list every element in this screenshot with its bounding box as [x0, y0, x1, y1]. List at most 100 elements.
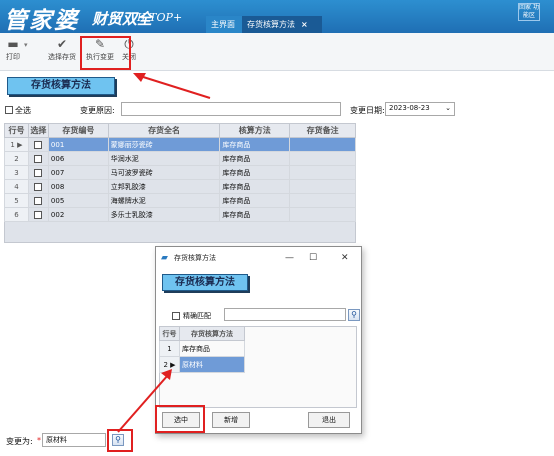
date-value: 2023-08-23 — [389, 104, 430, 112]
app-logo: 管家婆 — [4, 7, 79, 34]
select-button-highlight — [155, 405, 205, 433]
row-checkbox[interactable] — [27, 207, 49, 222]
list-item[interactable]: 1 库存商品 — [159, 340, 245, 357]
row-checkbox[interactable] — [27, 151, 49, 166]
select-all-label: 全选 — [15, 106, 31, 115]
row-note — [289, 151, 356, 166]
row-code: 008 — [47, 179, 109, 194]
close-icon[interactable]: ✕ — [341, 247, 349, 269]
chevron-down-icon[interactable]: ⌄ — [445, 104, 451, 112]
row-method: 库存商品 — [219, 207, 291, 222]
row-checkbox[interactable] — [27, 193, 49, 208]
reason-label: 变更原因: — [80, 106, 115, 115]
date-label: 变更日期: — [350, 106, 385, 115]
header-row-number: 行号 — [4, 123, 29, 138]
dialog-titlebar: ▰ 存货核算方法 — ☐ ✕ — [156, 247, 361, 269]
header-method: 核算方法 — [219, 123, 291, 138]
reason-input[interactable] — [121, 102, 341, 116]
dialog-search-button[interactable]: ⚲ — [348, 309, 360, 321]
select-all-checkbox[interactable] — [5, 105, 13, 114]
row-name: 立邦乳胶漆 — [107, 179, 221, 194]
printer-icon: ▬ — [7, 37, 19, 51]
header-name: 存货全名 — [107, 123, 221, 138]
inventory-grid: 行号 选择 存货编号 存货全名 核算方法 存货备注 1 ▶ 001 蒙娜丽莎瓷砖… — [4, 123, 356, 222]
header-code: 存货编号 — [47, 123, 109, 138]
home-function-text: 回家 功能区 — [519, 4, 539, 19]
tab-main[interactable]: 主界面 — [206, 16, 242, 33]
tab-inventory-method[interactable]: 存货核算方法 × — [242, 16, 322, 33]
exact-match-checkbox[interactable] — [172, 311, 180, 320]
list-item[interactable]: 2 ▶ 原材料 — [159, 356, 245, 373]
row-method: 库存商品 — [219, 179, 291, 194]
add-button[interactable]: 新增 — [212, 412, 250, 428]
tab-close-icon[interactable]: × — [301, 20, 308, 29]
row-method: 库存商品 — [219, 151, 291, 166]
header-select: 选择 — [27, 123, 49, 138]
change-to-input[interactable]: 原材料 — [42, 433, 106, 447]
home-function-icon[interactable]: 回家 功能区 — [518, 3, 540, 21]
table-row[interactable]: 4 008 立邦乳胶漆 库存商品 — [4, 179, 356, 194]
dialog-row-number: 1 — [159, 340, 180, 357]
row-code: 007 — [47, 165, 109, 180]
row-number: 5 — [4, 193, 29, 208]
print-dropdown-icon[interactable]: ▾ — [24, 41, 28, 49]
print-button[interactable]: ▬ 打印 — [2, 36, 24, 62]
dialog-header-method: 存货核算方法 — [179, 326, 245, 341]
row-name: 蒙娜丽莎瓷砖 — [107, 137, 221, 152]
minimize-icon[interactable]: — — [285, 247, 294, 269]
maximize-icon[interactable]: ☐ — [309, 247, 317, 269]
bottom-search-highlight — [107, 429, 133, 452]
app-version: II TOP+ — [137, 11, 183, 24]
exit-button[interactable]: 退出 — [308, 412, 350, 428]
select-inventory-button[interactable]: ✔ 选择存货 — [44, 36, 80, 62]
app-titlebar: 管家婆 财贸双全 II TOP+ 主界面 存货核算方法 × 回家 功能区 — [0, 0, 554, 34]
method-grid: 行号 存货核算方法 1 库存商品 2 ▶ 原材料 — [159, 326, 245, 373]
row-number: 3 — [4, 165, 29, 180]
exact-match-label: 精确匹配 — [183, 312, 211, 320]
row-method: 库存商品 — [219, 137, 291, 152]
row-code: 005 — [47, 193, 109, 208]
row-note — [289, 207, 356, 222]
row-number: 6 — [4, 207, 29, 222]
dialog-row-method: 原材料 — [179, 356, 245, 373]
row-method: 库存商品 — [219, 193, 291, 208]
row-checkbox[interactable] — [27, 165, 49, 180]
row-code: 002 — [47, 207, 109, 222]
row-checkbox[interactable] — [27, 137, 49, 152]
table-row[interactable]: 3 007 马可波罗瓷砖 库存商品 — [4, 165, 356, 180]
select-inventory-label: 选择存货 — [48, 53, 76, 61]
check-icon: ✔ — [56, 37, 68, 51]
tab-active-label: 存货核算方法 — [247, 20, 295, 29]
arrow-to-execute — [139, 75, 211, 99]
print-label: 打印 — [6, 53, 20, 61]
date-picker[interactable]: 2023-08-23 ⌄ — [385, 102, 455, 116]
row-note — [289, 179, 356, 194]
row-name: 多乐士乳胶漆 — [107, 207, 221, 222]
change-to-label: 变更为: — [6, 437, 33, 446]
row-method: 库存商品 — [219, 165, 291, 180]
table-row[interactable]: 5 005 海螺牌水泥 库存商品 — [4, 193, 356, 208]
table-row[interactable]: 1 ▶ 001 蒙娜丽莎瓷砖 库存商品 — [4, 137, 356, 152]
row-code: 001 — [47, 137, 109, 152]
current-row-arrow-icon: ▶ — [17, 140, 23, 149]
current-row-arrow-icon: ▶ — [170, 360, 176, 369]
row-note — [289, 193, 356, 208]
arrow-head-execute — [133, 73, 146, 82]
dialog-row-number: 2 — [163, 360, 168, 369]
filter-row: 全选 变更原因: 变更日期: 2023-08-23 ⌄ — [0, 101, 554, 119]
row-code: 006 — [47, 151, 109, 166]
table-row[interactable]: 6 002 多乐士乳胶漆 库存商品 — [4, 207, 356, 222]
row-number: 1 — [10, 140, 15, 149]
row-note — [289, 137, 356, 152]
table-row[interactable]: 2 006 华润水泥 库存商品 — [4, 151, 356, 166]
dialog-search-input[interactable] — [224, 308, 346, 321]
search-icon: ⚲ — [351, 310, 357, 319]
row-name: 华润水泥 — [107, 151, 221, 166]
row-name: 海螺牌水泥 — [107, 193, 221, 208]
required-mark: * — [37, 436, 41, 445]
dialog-heading: 存货核算方法 — [162, 274, 248, 291]
execute-change-highlight — [80, 36, 131, 70]
dialog-header-row: 行号 — [159, 326, 180, 341]
row-checkbox[interactable] — [27, 179, 49, 194]
row-name: 马可波罗瓷砖 — [107, 165, 221, 180]
